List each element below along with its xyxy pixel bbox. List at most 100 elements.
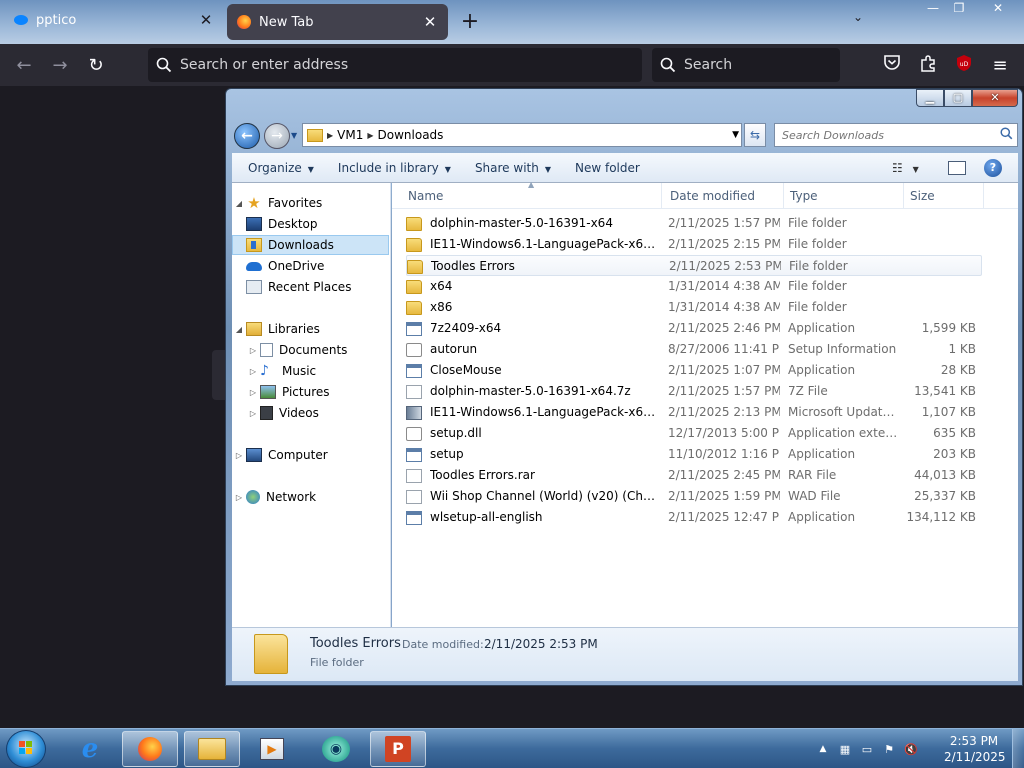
close-button[interactable]: ✕ (982, 0, 1014, 18)
file-row[interactable]: Toodles Errors 2/11/2025 2:53 PM File fold… (406, 255, 982, 276)
nav-network[interactable]: ▷ Network (232, 487, 389, 507)
column-header-type[interactable]: Type (784, 183, 904, 209)
tab-close-icon[interactable]: ✕ (418, 13, 442, 31)
file-row[interactable]: 7z2409-x64 2/11/2025 2:46 PM Application 1,… (406, 318, 982, 339)
file-row[interactable]: wlsetup-all-english 2/11/2025 12:47 PM App… (406, 507, 982, 528)
network-tray-icon[interactable]: ▦ (834, 743, 856, 756)
breadcrumb-downloads[interactable]: Downloads (378, 128, 444, 142)
display-tray-icon[interactable]: ▭ (856, 743, 878, 756)
search-downloads-input[interactable] (782, 128, 992, 142)
expand-arrow-icon[interactable]: ▷ (232, 493, 246, 502)
collapse-arrow-icon[interactable]: ◢ (232, 199, 246, 208)
breadcrumb-separator-icon[interactable]: ▶ (367, 131, 373, 140)
recent-pages-chevron-icon[interactable]: ▼ (291, 131, 297, 140)
tab-list-chevron-icon[interactable]: ⌄ (846, 10, 870, 34)
nav-pictures[interactable]: ▷ Pictures (232, 382, 389, 402)
file-type: File folder (789, 259, 848, 273)
taskbar-clock[interactable]: 2:53 PM 2/11/2025 (944, 733, 1006, 765)
nav-desktop[interactable]: Desktop (232, 214, 389, 234)
maximize-button[interactable]: ❐ (946, 0, 972, 18)
search-downloads-box[interactable] (774, 123, 1018, 147)
collapse-arrow-icon[interactable]: ◢ (232, 325, 246, 334)
taskbar-teamviewer[interactable]: ◉ (308, 731, 364, 767)
star-icon: ★ (247, 194, 261, 212)
tab-pptico[interactable]: pptico ✕ (0, 0, 224, 40)
file-icon (406, 489, 422, 504)
maximize-button[interactable]: ▢ (944, 89, 972, 107)
url-bar[interactable]: Search or enter address (148, 48, 642, 82)
nav-recent-places[interactable]: Recent Places (232, 277, 389, 297)
new-folder-button[interactable]: New folder (567, 161, 648, 175)
downloads-folder-icon (246, 238, 262, 252)
file-row[interactable]: dolphin-master-5.0-16391-x64 2/11/2025 1:… (406, 213, 982, 234)
nav-videos[interactable]: ▷ Videos (232, 403, 389, 423)
search-bar[interactable]: Search (652, 48, 840, 82)
back-arrow-icon[interactable]: ← (234, 123, 260, 149)
tab-close-icon[interactable]: ✕ (194, 11, 218, 29)
preview-pane-icon[interactable] (948, 160, 966, 175)
expand-arrow-icon[interactable]: ▷ (246, 409, 260, 418)
breadcrumb-separator-icon[interactable]: ▶ (327, 131, 333, 140)
file-row[interactable]: x64 1/31/2014 4:38 AM File folder (406, 276, 982, 297)
taskbar-media-player[interactable]: ▶ (244, 731, 300, 767)
help-icon[interactable]: ? (984, 158, 1002, 177)
action-center-flag-icon[interactable]: ⚑ (878, 743, 900, 756)
taskbar-internet-explorer[interactable]: e (62, 731, 118, 767)
pocket-icon[interactable] (880, 54, 904, 78)
minimize-button[interactable]: — (920, 0, 946, 18)
forward-arrow-icon[interactable]: → (46, 52, 74, 80)
taskbar-windows-explorer[interactable] (184, 731, 240, 767)
nav-onedrive[interactable]: OneDrive (232, 256, 389, 276)
file-row[interactable]: CloseMouse 2/11/2025 1:07 PM Application 28… (406, 360, 982, 381)
share-with-button[interactable]: Share with ▼ (467, 161, 559, 175)
close-button[interactable]: ✕ (972, 89, 1018, 107)
nav-downloads[interactable]: Downloads (232, 235, 389, 255)
extensions-puzzle-icon[interactable] (916, 54, 940, 78)
taskbar-powerpoint[interactable]: P (370, 731, 426, 767)
start-button[interactable] (6, 730, 46, 768)
file-row[interactable]: autorun 8/27/2006 11:41 PM Setup Informati… (406, 339, 982, 360)
nav-music[interactable]: ▷ ♪ Music (232, 361, 389, 381)
expand-arrow-icon[interactable]: ▷ (246, 346, 260, 355)
file-row[interactable]: Wii Shop Channel (World) (v20) (Channel.… (406, 486, 982, 507)
back-arrow-icon[interactable]: ← (10, 52, 38, 80)
address-bar[interactable]: ▶ VM1 ▶ Downloads ▼ (302, 123, 742, 147)
reload-icon[interactable]: ↻ (82, 52, 110, 80)
change-view-icon[interactable]: ☷ ▼ (892, 161, 919, 175)
file-row[interactable]: setup.dll 12/17/2013 5:00 PM Application e… (406, 423, 982, 444)
nav-computer[interactable]: ▷ Computer (232, 445, 389, 465)
address-dropdown-icon[interactable]: ▼ (732, 130, 739, 140)
file-row[interactable]: x86 1/31/2014 4:38 AM File folder (406, 297, 982, 318)
forward-arrow-icon[interactable]: → (264, 123, 290, 149)
search-icon[interactable] (1000, 127, 1013, 143)
tab-new-tab[interactable]: New Tab ✕ (227, 4, 448, 40)
column-header-size[interactable]: Size (904, 183, 984, 209)
expand-arrow-icon[interactable]: ▷ (232, 451, 246, 460)
refresh-icon[interactable]: ⇆ (744, 123, 766, 147)
ublock-shield-icon[interactable]: uD (952, 54, 976, 78)
file-row[interactable]: IE11-Windows6.1-LanguagePack-x64-uk-... 2… (406, 234, 982, 255)
column-header-date[interactable]: Date modified (664, 183, 784, 209)
file-icon (406, 468, 422, 483)
breadcrumb-vm1[interactable]: VM1 (337, 128, 363, 142)
file-row[interactable]: IE11-Windows6.1-LanguagePack-x64-uk-... 2… (406, 402, 982, 423)
expand-arrow-icon[interactable]: ▷ (246, 367, 260, 376)
new-tab-button[interactable]: + (458, 8, 482, 36)
file-icon (406, 384, 422, 399)
file-row[interactable]: dolphin-master-5.0-16391-x64.7z 2/11/2025… (406, 381, 982, 402)
hamburger-menu-icon[interactable]: ≡ (988, 54, 1012, 78)
volume-muted-icon[interactable]: 🔇 (900, 743, 922, 756)
include-in-library-button[interactable]: Include in library ▼ (330, 161, 459, 175)
nav-libraries[interactable]: ◢ Libraries (232, 319, 389, 339)
expand-arrow-icon[interactable]: ▷ (246, 388, 260, 397)
file-row[interactable]: setup 11/10/2012 1:16 PM Application 203 KB (406, 444, 982, 465)
file-date: 2/11/2025 2:15 PM (668, 237, 780, 251)
show-desktop-button[interactable] (1012, 729, 1024, 768)
taskbar-firefox[interactable] (122, 731, 178, 767)
minimize-button[interactable]: ▁ (916, 89, 944, 107)
show-hidden-icons-icon[interactable]: ▲ (812, 744, 834, 754)
organize-button[interactable]: Organize ▼ (240, 161, 322, 175)
nav-documents[interactable]: ▷ Documents (232, 340, 389, 360)
file-row[interactable]: Toodles Errors.rar 2/11/2025 2:45 PM RAR F… (406, 465, 982, 486)
nav-favorites[interactable]: ◢ ★ Favorites (232, 193, 389, 213)
